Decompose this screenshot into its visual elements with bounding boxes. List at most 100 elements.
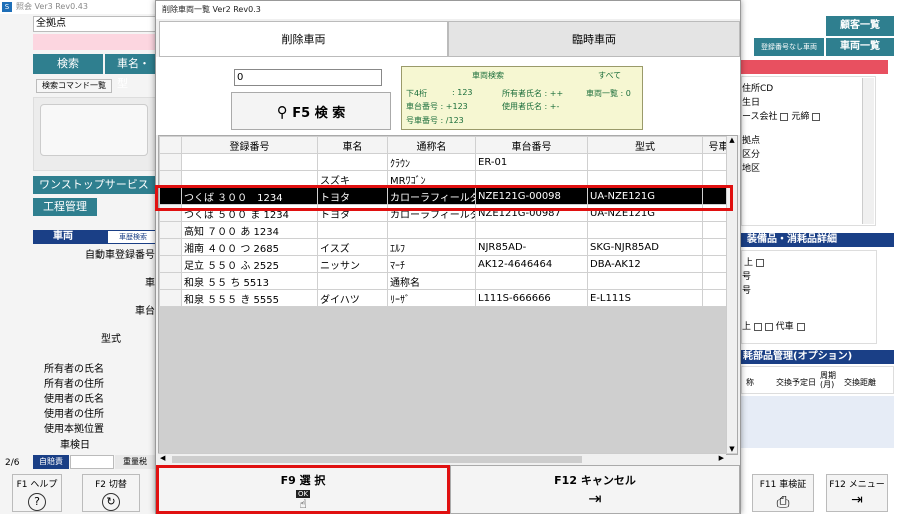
col-car-name[interactable]: 車名 [317, 136, 388, 154]
table-cell [475, 170, 588, 188]
vehicle-name-button[interactable]: 車名・型 [105, 54, 158, 90]
f2-label: F2 切替 [95, 480, 127, 490]
search-input[interactable] [234, 69, 382, 86]
table-row[interactable]: 和泉 ５５５ き 5555 ダイハツ ﾘｰｻﾞ L111S-666666 E-L111S [159, 289, 735, 307]
row-header-cell[interactable] [159, 170, 182, 188]
table-cell: UA-NZE121G [587, 187, 703, 205]
process-mgmt-button[interactable]: 工程管理 [33, 198, 97, 216]
table-cell: ニッサン [317, 255, 388, 273]
table-row[interactable]: 湘南 ４００ つ 2685 イスズ ｴﾙﾌ NJR85AD- SKG-NJR85AD [159, 238, 735, 256]
district-label: 地区 [742, 164, 761, 174]
table-cell: AK12-4646464 [475, 255, 588, 273]
search-command-list-button[interactable]: 検索コマンド一覧 [36, 79, 112, 93]
info-row1-left: 下4桁 [406, 89, 428, 98]
table-cell: 高知 ７００ あ 1234 [181, 221, 318, 239]
history-search-button[interactable]: 車歴検索 [108, 231, 158, 243]
base-label: 拠点 [742, 136, 761, 146]
f2-toggle-button[interactable]: F2 切替 ↻ [82, 474, 140, 512]
no-reg-vehicle-button[interactable]: 登録番号なし車両 [754, 38, 824, 56]
table-cell: ダイハツ [317, 289, 388, 307]
f9-select-button[interactable]: F9 選 択 OK ☝ [156, 465, 450, 514]
row-header-cell[interactable] [159, 238, 182, 256]
table-cell: 和泉 ５５ ち 5513 [181, 272, 318, 290]
daisha-checkbox[interactable] [796, 322, 805, 331]
misc-checkbox-b[interactable] [764, 322, 773, 331]
scroll-up-icon[interactable]: ▲ [727, 136, 737, 144]
search-button[interactable]: 検索 [33, 54, 103, 74]
red-bar [741, 60, 888, 74]
table-cell [587, 153, 703, 171]
info-row1-all: 車両一覧 : 0 [586, 89, 631, 98]
f1-help-button[interactable]: F1 ヘルプ ? [12, 474, 62, 512]
question-icon: ? [28, 493, 46, 511]
scroll-right-icon[interactable]: ▶ [719, 454, 724, 462]
customer-list-button[interactable]: 顧客一覧 [826, 16, 894, 36]
row-header-cell[interactable] [159, 289, 182, 307]
location-field[interactable]: 全拠点 [33, 16, 158, 32]
info-row3-left: 号車番号 : /123 [406, 116, 464, 125]
label-car: 車 [145, 278, 155, 289]
f5-search-label: F5 検 索 [292, 106, 346, 121]
label-user-address: 使用者の住所 [44, 409, 104, 420]
vehicle-list-button[interactable]: 車両一覧 [826, 38, 894, 56]
f5-search-button[interactable]: ⚲ F5 検 索 [231, 92, 391, 130]
table-cell [317, 272, 388, 290]
label-owner-address: 所有者の住所 [44, 379, 104, 390]
tab-deleted-vehicles[interactable]: 削除車両 [159, 21, 448, 57]
pointer-hand-icon: ☝ [299, 497, 307, 511]
lease-checkbox[interactable] [780, 112, 789, 121]
table-cell: 足立 ５５０ ふ 2525 [181, 255, 318, 273]
info-row1-owner: 所有者氏名 : ++ [502, 89, 564, 98]
info-header-all: すべて [598, 71, 622, 80]
dialog-titlebar: 削除車両一覧 Ver2 Rev0.3 [156, 1, 740, 19]
pink-input-bar[interactable] [33, 34, 158, 50]
parts-col-name: 称 [746, 378, 754, 387]
equipment-header: 装備品・消耗品詳細 [741, 233, 894, 247]
label-model: 型式 [101, 334, 121, 345]
scroll-down-icon[interactable]: ▼ [727, 445, 737, 453]
motojime-label: 元締 [791, 112, 810, 122]
table-header-row: 登録番号 車名 通称名 車台番号 型式 号車 [159, 136, 735, 154]
table-row[interactable]: 和泉 ５５ ち 5513 通称名 [159, 272, 735, 290]
f11-inspection-button[interactable]: F11 車検証 ⎙ [752, 474, 814, 512]
customer-info-panel: 住所CD 生日 ース会社 元締 拠点 区分 地区 [741, 76, 876, 226]
scroll-left-icon[interactable]: ◀ [160, 454, 165, 462]
f12-menu-button[interactable]: F12 メニュー ⇥ [826, 474, 888, 512]
equip-checkbox[interactable] [755, 258, 764, 267]
grid-horizontal-scrollbar[interactable]: ◀ ▶ [158, 453, 726, 464]
row-header-cell[interactable] [159, 272, 182, 290]
right-scrollbar[interactable] [862, 78, 874, 224]
info-row2-left: 車台番号 : +123 [406, 102, 468, 111]
f1-label: F1 ヘルプ [16, 480, 58, 490]
row-header-cell[interactable] [159, 204, 182, 222]
grid-vertical-scrollbar[interactable]: ▲ ▼ [726, 136, 737, 453]
col-reg-number[interactable]: 登録番号 [181, 136, 318, 154]
table-cell: ﾏｰﾁ [387, 255, 476, 273]
horizontal-scroll-thumb[interactable] [172, 456, 582, 463]
label-base-location: 使用本拠位置 [44, 424, 104, 435]
col-chassis-number[interactable]: 車台番号 [475, 136, 588, 154]
col-common-name[interactable]: 通称名 [387, 136, 476, 154]
table-row[interactable]: 足立 ５５０ ふ 2525 ニッサン ﾏｰﾁ AK12-4646464 DBA-AK12 [159, 255, 735, 273]
f12-cancel-button[interactable]: F12 キャンセル ⇥ [450, 465, 740, 514]
row-header-cell[interactable] [159, 255, 182, 273]
info-row2-user: 使用者氏名 : +- [502, 102, 560, 111]
one-stop-service-button[interactable]: ワンストップサービス [33, 176, 158, 194]
table-row[interactable]: つくば ３００ 1234 トヨタ カローラフィールダ NZE121G-00098 UA-… [159, 187, 735, 205]
row-header-cell[interactable] [159, 187, 182, 205]
table-row[interactable]: 高知 ７００ あ 1234 [159, 221, 735, 239]
liability-input[interactable] [70, 455, 114, 469]
parts-columns: 称 交換予定日 周期(月) 交換距離 [741, 366, 894, 394]
category-label: 区分 [742, 150, 761, 160]
table-row[interactable]: ｸﾗｳﾝ ER-01 [159, 153, 735, 171]
row-header-cell[interactable] [159, 153, 182, 171]
printer-icon: ⎙ [776, 492, 790, 511]
table-row[interactable]: つくば ５００ ま 1234 トヨタ カローラフィールダ NZE121G-00987 U… [159, 204, 735, 222]
row-header-cell[interactable] [159, 221, 182, 239]
table-row[interactable]: スズキ MRﾜｺﾞﾝ [159, 170, 735, 188]
motojime-checkbox[interactable] [812, 112, 821, 121]
f12-cancel-label: F12 キャンセル [554, 474, 636, 487]
tab-temporary-vehicles[interactable]: 臨時車両 [448, 21, 740, 57]
misc-checkbox-a[interactable] [753, 322, 762, 331]
col-model[interactable]: 型式 [587, 136, 703, 154]
